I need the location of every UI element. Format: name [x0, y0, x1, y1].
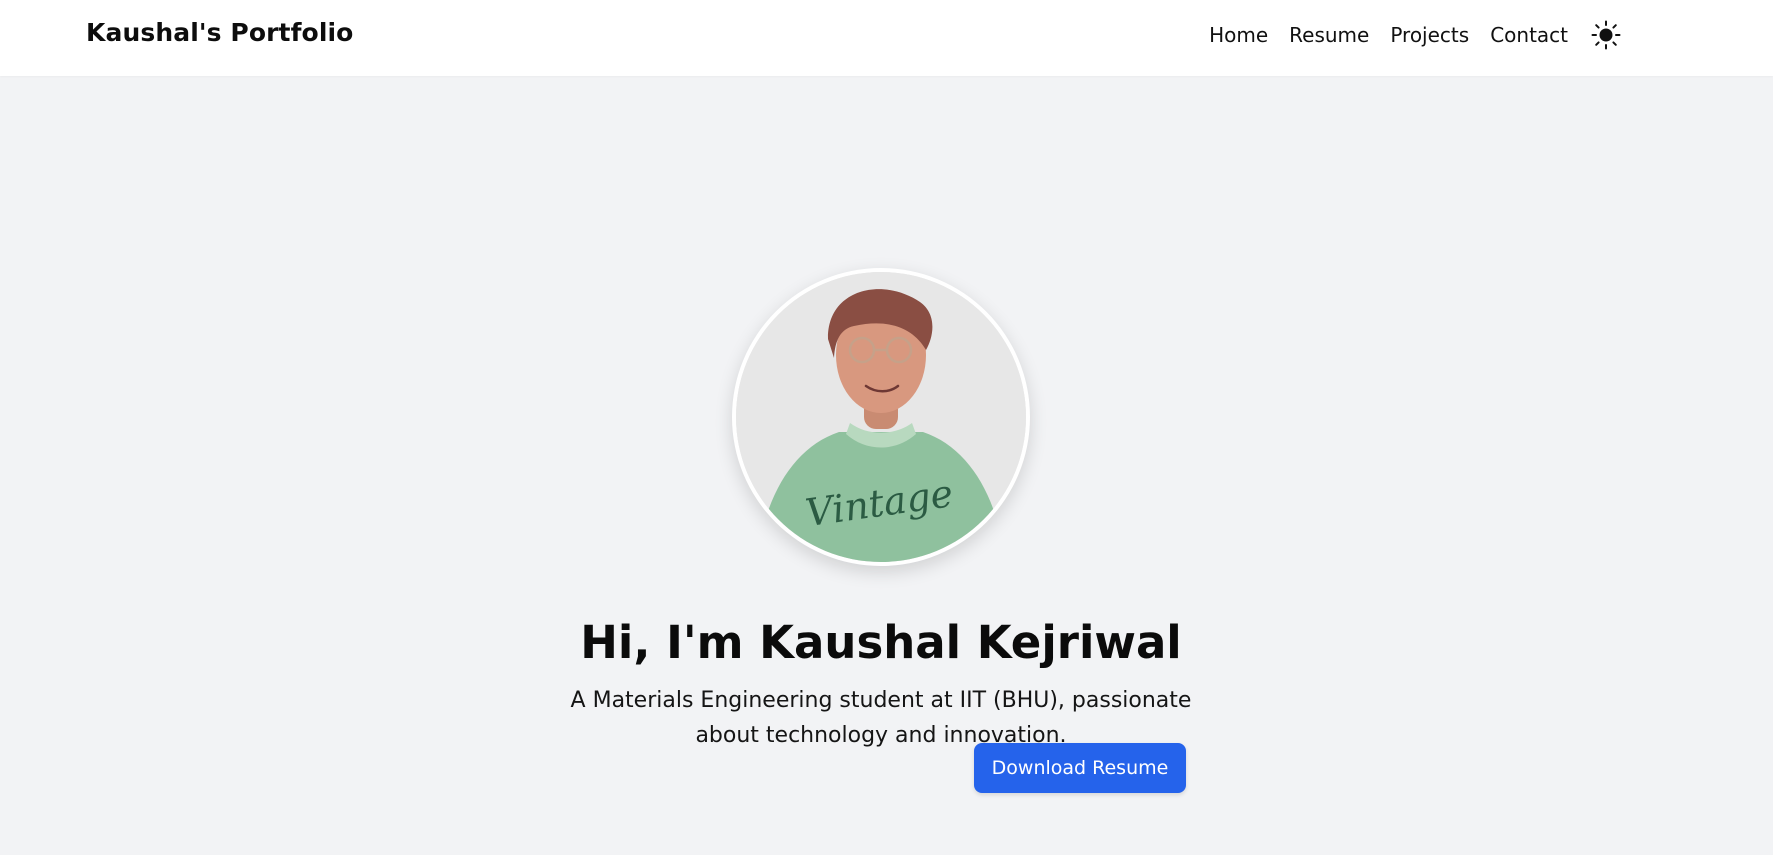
- site-brand[interactable]: Kaushal's Portfolio: [86, 18, 353, 47]
- nav-link-contact[interactable]: Contact: [1490, 23, 1568, 47]
- theme-toggle-button[interactable]: [1591, 20, 1621, 50]
- profile-photo: Vintage: [736, 272, 1026, 562]
- nav-link-home[interactable]: Home: [1209, 23, 1268, 47]
- hero-section: Vintage Hi, I'm Kaushal Kejriwal A Mater…: [0, 76, 1773, 855]
- top-navbar: Kaushal's Portfolio Home Resume Projects…: [0, 0, 1773, 76]
- nav-link-projects[interactable]: Projects: [1390, 23, 1469, 47]
- hero-title: Hi, I'm Kaushal Kejriwal: [580, 616, 1182, 670]
- sun-icon: [1591, 20, 1621, 50]
- avatar-frame: Vintage: [732, 268, 1030, 566]
- avatar: Vintage: [736, 272, 1026, 562]
- main-navigation: Home Resume Projects Contact: [1209, 20, 1621, 50]
- download-resume-button[interactable]: Download Resume: [974, 743, 1186, 793]
- nav-link-resume[interactable]: Resume: [1289, 23, 1369, 47]
